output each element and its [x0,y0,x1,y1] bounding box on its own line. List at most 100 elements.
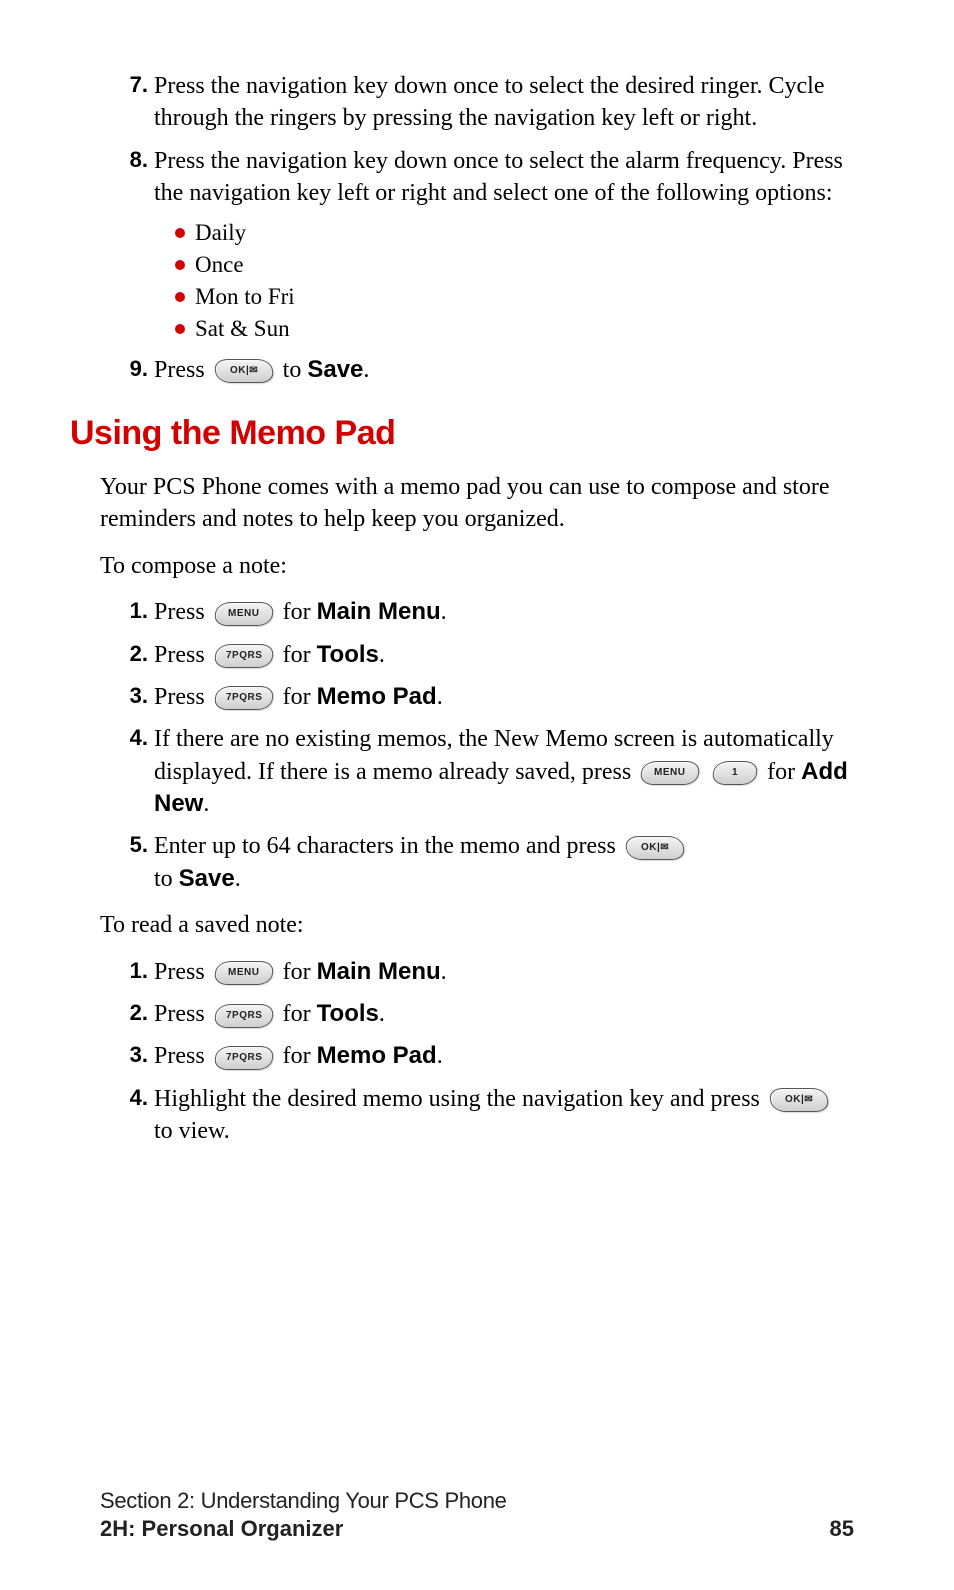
ok-key-icon: OK|✉ [624,836,685,860]
frequency-options: Daily Once Mon to Fri Sat & Sun [175,220,854,342]
option-label: Mon to Fri [195,284,295,310]
text: to [154,866,179,892]
step-number: 1. [120,596,148,626]
ok-key-icon: OK|✉ [768,1088,829,1112]
target-label: Main Menu [317,598,441,625]
menu-key-icon: MENU [213,602,274,626]
menu-key-icon: MENU [639,761,700,785]
text: to view. [154,1118,230,1144]
footer-subsection: 2H: Personal Organizer [100,1516,343,1542]
text: for [283,1001,317,1027]
footer-section: Section 2: Understanding Your PCS Phone [100,1488,854,1514]
text: . [363,357,369,383]
text: Press [154,642,205,668]
step-text: Enter up to 64 characters in the memo an… [154,830,854,895]
step-number: 8. [120,145,148,175]
bullet-icon [175,292,185,302]
option-once: Once [175,252,854,278]
step-number: 4. [120,723,148,753]
text: Press [154,684,205,710]
step-number: 2. [120,639,148,669]
one-key-icon: 1 [711,761,758,785]
read-step-3: 3. Press 7PQRS for Memo Pad. [120,1040,854,1072]
target-label: Main Menu [317,958,441,985]
step-text: Highlight the desired memo using the nav… [154,1083,854,1148]
option-sat-sun: Sat & Sun [175,316,854,342]
text: . [379,642,385,668]
step-number: 9. [120,354,148,384]
step-text: Press 7PQRS for Memo Pad. [154,681,854,713]
text: Press [154,1043,205,1069]
seven-key-icon: 7PQRS [213,1046,274,1070]
target-label: Memo Pad [317,683,437,710]
save-label: Save [307,356,363,383]
step-text: Press 7PQRS for Tools. [154,998,854,1030]
step-number: 7. [120,70,148,100]
page-footer: Section 2: Understanding Your PCS Phone … [100,1488,854,1542]
read-lead: To read a saved note: [100,909,854,941]
bullet-icon [175,324,185,334]
section-title: Using the Memo Pad [70,414,854,453]
text: . [437,1043,443,1069]
compose-lead: To compose a note: [100,550,854,582]
target-label: Tools [317,1000,379,1027]
target-label: Memo Pad [317,1042,437,1069]
seven-key-icon: 7PQRS [213,1004,274,1028]
text: for [283,599,317,625]
read-step-2: 2. Press 7PQRS for Tools. [120,998,854,1030]
compose-step-1: 1. Press MENU for Main Menu. [120,596,854,628]
step-text: Press the navigation key down once to se… [154,145,854,210]
text: Enter up to 64 characters in the memo an… [154,833,616,859]
step-number: 4. [120,1083,148,1113]
option-label: Daily [195,220,246,246]
menu-key-icon: MENU [213,961,274,985]
bullet-icon [175,228,185,238]
intro-paragraph: Your PCS Phone comes with a memo pad you… [100,471,854,536]
option-label: Once [195,252,244,278]
seven-key-icon: 7PQRS [213,686,274,710]
target-label: Save [179,865,235,892]
text: . [437,684,443,710]
step-text: Press OK|✉ to Save. [154,354,854,386]
text: for [283,1043,317,1069]
step-text: Press MENU for Main Menu. [154,956,854,988]
page: 7. Press the navigation key down once to… [0,0,954,1590]
read-step-1: 1. Press MENU for Main Menu. [120,956,854,988]
ok-key-icon: OK|✉ [213,359,274,383]
step-text: Press 7PQRS for Memo Pad. [154,1040,854,1072]
step-text: Press the navigation key down once to se… [154,70,854,135]
compose-step-5: 5. Enter up to 64 characters in the memo… [120,830,854,895]
read-step-4: 4. Highlight the desired memo using the … [120,1083,854,1148]
target-label: Tools [317,641,379,668]
text: . [441,959,447,985]
step-number: 2. [120,998,148,1028]
text: Press [154,1001,205,1027]
step-8: 8. Press the navigation key down once to… [120,145,854,210]
page-number: 85 [830,1516,854,1542]
step-number: 5. [120,830,148,860]
seven-key-icon: 7PQRS [213,644,274,668]
step-9: 9. Press OK|✉ to Save. [120,354,854,386]
step-number: 3. [120,681,148,711]
compose-step-3: 3. Press 7PQRS for Memo Pad. [120,681,854,713]
compose-step-4: 4. If there are no existing memos, the N… [120,723,854,820]
text: . [379,1001,385,1027]
text: Press [154,959,205,985]
option-daily: Daily [175,220,854,246]
step-text: Press MENU for Main Menu. [154,596,854,628]
text: Highlight the desired memo using the nav… [154,1086,760,1112]
compose-step-2: 2. Press 7PQRS for Tools. [120,639,854,671]
text: for [283,642,317,668]
text: for [767,759,801,785]
step-7: 7. Press the navigation key down once to… [120,70,854,135]
step-number: 1. [120,956,148,986]
option-label: Sat & Sun [195,316,290,342]
text: for [283,959,317,985]
text: . [235,866,241,892]
step-text: Press 7PQRS for Tools. [154,639,854,671]
text: Press [154,599,205,625]
step-text: If there are no existing memos, the New … [154,723,854,820]
option-mon-fri: Mon to Fri [175,284,854,310]
text: . [203,791,209,817]
text: . [441,599,447,625]
